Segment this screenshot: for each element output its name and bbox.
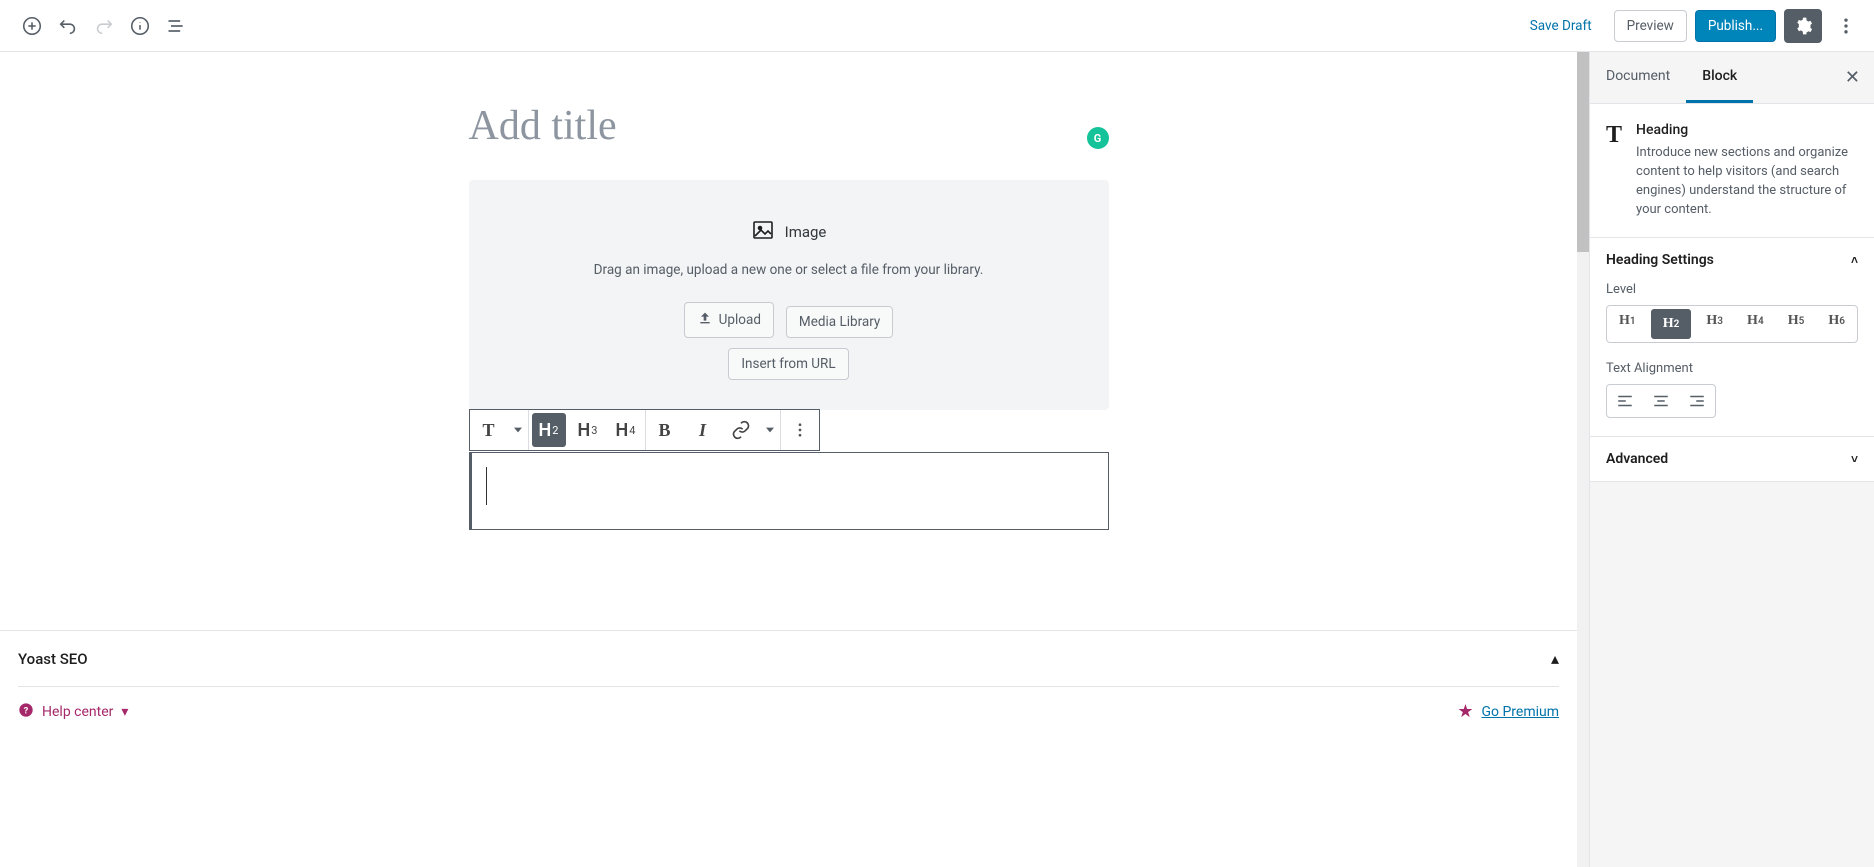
image-block-placeholder[interactable]: Image Drag an image, upload a new one or… bbox=[469, 180, 1109, 410]
block-type-dropdown-icon[interactable] bbox=[508, 410, 528, 450]
upload-icon bbox=[697, 310, 713, 330]
publish-button[interactable]: Publish... bbox=[1695, 10, 1776, 42]
save-draft-link[interactable]: Save Draft bbox=[1516, 18, 1606, 34]
image-icon bbox=[751, 218, 775, 246]
star-icon: ★ bbox=[1457, 701, 1473, 722]
collapse-up-icon[interactable]: ▴ bbox=[1551, 649, 1559, 668]
block-intro-title: Heading bbox=[1636, 122, 1858, 138]
tab-block[interactable]: Block bbox=[1686, 52, 1753, 103]
post-title-input[interactable]: Add title bbox=[469, 92, 1109, 180]
level-h5-button[interactable]: H5 bbox=[1776, 306, 1817, 342]
info-button[interactable] bbox=[122, 8, 158, 44]
bold-button[interactable]: B bbox=[646, 410, 684, 450]
text-cursor bbox=[486, 467, 1094, 505]
level-h2-button[interactable]: H2 bbox=[1651, 309, 1692, 339]
upload-label: Upload bbox=[719, 312, 761, 328]
align-right-button[interactable] bbox=[1679, 385, 1715, 417]
close-sidebar-button[interactable]: ✕ bbox=[1831, 57, 1874, 98]
level-label: Level bbox=[1606, 282, 1858, 297]
advanced-toggle[interactable]: Advanced ˅ bbox=[1590, 437, 1874, 481]
heading-type-icon: T bbox=[1606, 122, 1622, 219]
block-intro-description: Introduce new sections and organize cont… bbox=[1636, 144, 1858, 219]
advanced-section: Advanced ˅ bbox=[1590, 437, 1874, 482]
redo-button[interactable] bbox=[86, 8, 122, 44]
alignment-label: Text Alignment bbox=[1606, 361, 1858, 376]
insert-from-url-button[interactable]: Insert from URL bbox=[728, 348, 848, 380]
yoast-panel: Yoast SEO ▴ ? Help center ▾ ★ Go Premium bbox=[0, 630, 1577, 736]
block-intro: T Heading Introduce new sections and org… bbox=[1590, 104, 1874, 238]
level-h1-button[interactable]: H1 bbox=[1607, 306, 1648, 342]
toolbar-h4-button[interactable]: H4 bbox=[607, 410, 645, 450]
more-menu-button[interactable] bbox=[1828, 8, 1864, 44]
block-more-menu[interactable] bbox=[781, 410, 819, 450]
add-block-button[interactable] bbox=[14, 8, 50, 44]
top-toolbar: Save Draft Preview Publish... bbox=[0, 0, 1874, 52]
level-h3-button[interactable]: H3 bbox=[1694, 306, 1735, 342]
yoast-help-label: Help center bbox=[42, 704, 113, 720]
yoast-panel-header[interactable]: Yoast SEO ▴ bbox=[18, 631, 1559, 687]
scrollbar[interactable] bbox=[1577, 52, 1589, 867]
help-icon: ? bbox=[18, 702, 34, 722]
heading-settings-toggle[interactable]: Heading Settings ˄ bbox=[1590, 238, 1874, 282]
settings-sidebar: Document Block ✕ T Heading Introduce new… bbox=[1589, 52, 1874, 867]
go-premium-link[interactable]: Go Premium bbox=[1481, 704, 1559, 720]
editor-canvas[interactable]: Add title G Image Drag an image, upload … bbox=[0, 52, 1577, 867]
toolbar-h2-button[interactable]: H2 bbox=[532, 413, 566, 447]
yoast-title: Yoast SEO bbox=[18, 650, 88, 668]
media-library-button[interactable]: Media Library bbox=[786, 306, 893, 338]
outline-button[interactable] bbox=[158, 8, 194, 44]
svg-text:?: ? bbox=[24, 705, 29, 716]
heading-settings-title: Heading Settings bbox=[1606, 252, 1714, 268]
scrollbar-thumb[interactable] bbox=[1577, 52, 1589, 252]
chevron-up-icon: ˄ bbox=[1851, 253, 1858, 267]
settings-button[interactable] bbox=[1784, 9, 1822, 43]
heading-level-selector: H1 H2 H3 H4 H5 H6 bbox=[1606, 305, 1858, 343]
align-center-button[interactable] bbox=[1643, 385, 1679, 417]
more-rich-text-dropdown-icon[interactable] bbox=[760, 410, 780, 450]
image-block-description: Drag an image, upload a new one or selec… bbox=[489, 262, 1089, 278]
italic-button[interactable]: I bbox=[684, 410, 722, 450]
top-toolbar-right: Save Draft Preview Publish... bbox=[1516, 8, 1864, 44]
yoast-help-center[interactable]: ? Help center ▾ bbox=[18, 702, 128, 722]
text-alignment-selector bbox=[1606, 384, 1716, 418]
top-toolbar-left bbox=[14, 8, 194, 44]
block-toolbar: T H2 H3 H4 B I bbox=[469, 409, 820, 451]
block-type-switcher[interactable]: T bbox=[470, 410, 508, 450]
preview-button[interactable]: Preview bbox=[1614, 10, 1687, 42]
image-block-label: Image bbox=[785, 223, 827, 241]
align-left-button[interactable] bbox=[1607, 385, 1643, 417]
tab-document[interactable]: Document bbox=[1590, 52, 1686, 103]
undo-button[interactable] bbox=[50, 8, 86, 44]
chevron-down-icon: ˅ bbox=[1851, 452, 1858, 466]
upload-button[interactable]: Upload bbox=[684, 302, 774, 338]
toolbar-h3-button[interactable]: H3 bbox=[569, 410, 607, 450]
link-button[interactable] bbox=[722, 410, 760, 450]
advanced-title: Advanced bbox=[1606, 451, 1668, 467]
grammarly-badge-icon[interactable]: G bbox=[1087, 127, 1109, 149]
heading-settings-section: Heading Settings ˄ Level H1 H2 H3 H4 H5 … bbox=[1590, 238, 1874, 437]
level-h6-button[interactable]: H6 bbox=[1816, 306, 1857, 342]
heading-block-input[interactable] bbox=[469, 452, 1109, 530]
chevron-down-icon: ▾ bbox=[121, 704, 128, 720]
level-h4-button[interactable]: H4 bbox=[1735, 306, 1776, 342]
